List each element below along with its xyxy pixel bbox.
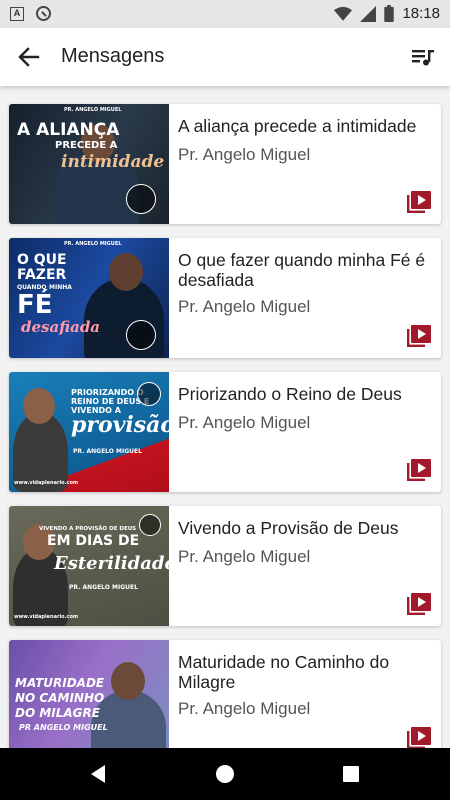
message-title: Vivendo a Provisão de Deus (178, 518, 399, 538)
nav-home-button[interactable] (212, 761, 238, 787)
list-item[interactable]: VIVENDO A PROVISÃO DE DEUS EM DIAS DE Es… (9, 506, 441, 626)
do-not-disturb-icon (36, 6, 51, 21)
clock: 18:18 (402, 5, 440, 22)
queue-music-icon (412, 50, 434, 66)
nav-recent-button[interactable] (338, 761, 364, 787)
video-library-icon (407, 191, 431, 213)
system-nav-bar (0, 748, 450, 800)
play-video-button[interactable] (407, 459, 431, 481)
wifi-icon (334, 6, 353, 21)
circle-home-icon (216, 765, 234, 783)
speaker-name: Pr. Angelo Miguel (178, 547, 311, 566)
status-bar: A 18:18 (0, 0, 450, 28)
video-library-icon (407, 593, 431, 615)
triangle-back-icon (91, 765, 105, 783)
arrow-left-icon (18, 47, 40, 67)
list-item[interactable]: MATURIDADE NO CAMINHO DO MILAGRE PR ANGE… (9, 640, 441, 748)
message-title: A aliança precede a intimidade (178, 116, 417, 136)
list-item[interactable]: PR. ANGELO MIGUEL O QUE FAZER QUANDO MIN… (9, 238, 441, 358)
message-title: Priorizando o Reino de Deus (178, 384, 402, 404)
list-item[interactable]: PR. ANGELO MIGUEL A ALIANÇA PRECEDE A in… (9, 104, 441, 224)
video-library-icon (407, 727, 431, 748)
list-item[interactable]: PRIORIZANDO O REINO DE DEUS E VIVENDO A … (9, 372, 441, 492)
nav-back-button[interactable] (86, 761, 112, 787)
square-recent-icon (343, 766, 359, 782)
message-title: Maturidade no Caminho do Milagre (178, 652, 390, 692)
speaker-name: Pr. Angelo Miguel (178, 145, 311, 164)
queue-button[interactable] (410, 43, 436, 71)
speaker-name: Pr. Angelo Miguel (178, 413, 311, 432)
speaker-name: Pr. Angelo Miguel (178, 699, 311, 718)
thumbnail: VIVENDO A PROVISÃO DE DEUS EM DIAS DE Es… (9, 506, 169, 626)
message-list[interactable]: PR. ANGELO MIGUEL A ALIANÇA PRECEDE A in… (0, 86, 450, 748)
video-library-icon (407, 325, 431, 347)
play-video-button[interactable] (407, 191, 431, 213)
play-video-button[interactable] (407, 325, 431, 347)
thumbnail: MATURIDADE NO CAMINHO DO MILAGRE PR ANGE… (9, 640, 169, 748)
play-video-button[interactable] (407, 593, 431, 615)
thumbnail: PR. ANGELO MIGUEL A ALIANÇA PRECEDE A in… (9, 104, 169, 224)
thumbnail: PR. ANGELO MIGUEL O QUE FAZER QUANDO MIN… (9, 238, 169, 358)
message-title: O que fazer quando minha Fé é desafiada (178, 250, 426, 290)
play-video-button[interactable] (407, 727, 431, 748)
signal-icon (360, 5, 377, 22)
app-notification-icon: A (10, 6, 24, 21)
video-library-icon (407, 459, 431, 481)
battery-icon (384, 5, 395, 22)
speaker-name: Pr. Angelo Miguel (178, 297, 311, 316)
back-button[interactable] (14, 43, 44, 71)
app-bar: Mensagens (0, 28, 450, 86)
page-title: Mensagens (61, 45, 165, 67)
thumbnail: PRIORIZANDO O REINO DE DEUS E VIVENDO A … (9, 372, 169, 492)
